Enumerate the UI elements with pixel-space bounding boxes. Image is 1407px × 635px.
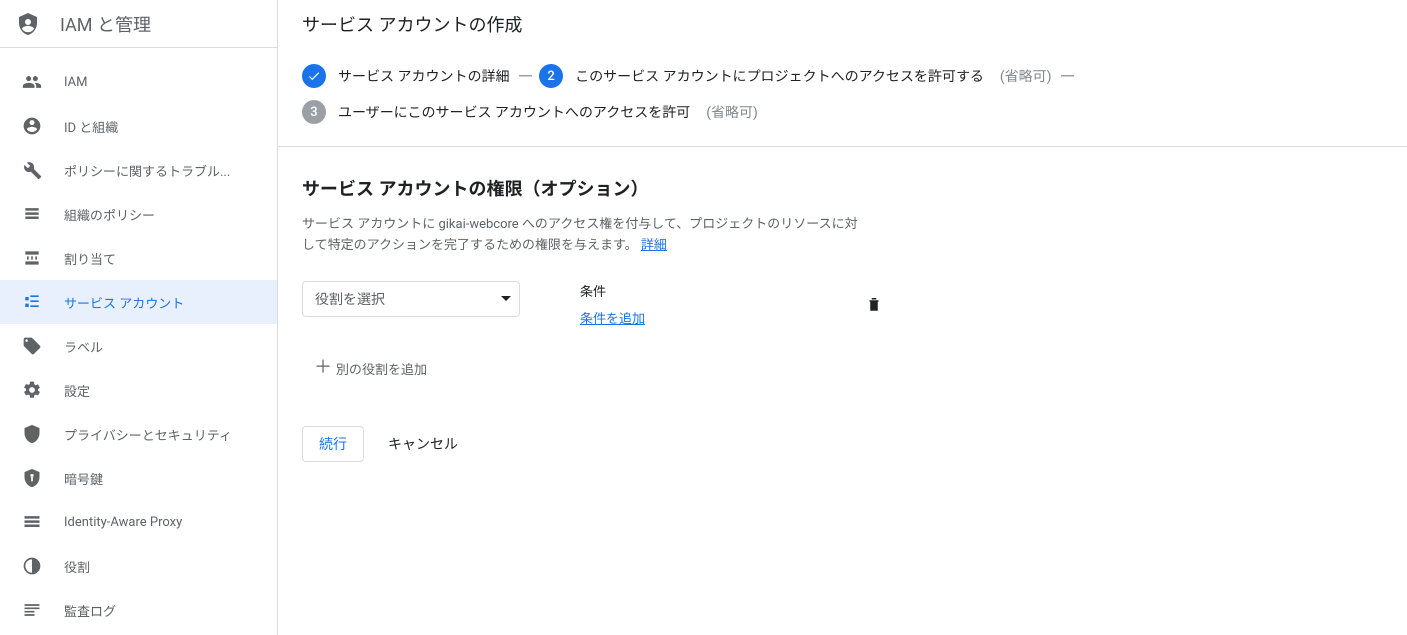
roles-icon: [22, 556, 64, 576]
step-1[interactable]: サービス アカウントの詳細: [302, 64, 509, 88]
step-3[interactable]: 3 ユーザーにこのサービス アカウントへのアクセスを許可 (省略可): [302, 100, 1383, 124]
add-another-role[interactable]: ＋ 別の役割を追加: [314, 359, 1154, 378]
step-1-label: サービス アカウントの詳細: [338, 66, 509, 86]
learn-more-link[interactable]: 詳細: [641, 238, 667, 253]
shield-icon: [22, 424, 64, 444]
step-2[interactable]: 2 このサービス アカウントにプロジェクトへのアクセスを許可する (省略可): [539, 64, 1051, 88]
role-select-text: 役割を選択: [315, 289, 385, 309]
trash-icon: [865, 295, 883, 313]
step-connector: —: [517, 64, 531, 88]
stepper: サービス アカウントの詳細 — 2 このサービス アカウントにプロジェクトへのア…: [278, 48, 1407, 147]
sidebar-item-label: プライバシーとセキュリティ: [64, 425, 232, 444]
sidebar-item-label: ポリシーに関するトラブル...: [64, 161, 230, 180]
sidebar-nav: IAM ID と組織ポリシーに関するトラブル... 組織のポリシー割り当てサービス …: [0, 48, 277, 632]
sidebar-item-7[interactable]: 設定: [0, 368, 277, 412]
sidebar-item-label: 設定: [64, 381, 90, 400]
button-row: 続行 キャンセル: [302, 426, 1154, 462]
sidebar-item-label: 組織のポリシー: [64, 205, 155, 224]
sidebar-item-4[interactable]: 割り当て: [0, 236, 277, 280]
continue-button[interactable]: 続行: [302, 426, 364, 462]
sidebar-item-label: 監査ログ: [64, 601, 116, 620]
tag-icon: [22, 336, 64, 356]
step-2-optional: (省略可): [1000, 66, 1052, 86]
sidebar-item-10[interactable]: Identity-Aware Proxy: [0, 500, 277, 544]
add-condition-link[interactable]: 条件を追加: [580, 312, 645, 327]
sidebar-header: IAM と管理: [0, 0, 277, 48]
section-desc-text: サービス アカウントに gikai-webcore へのアクセス権を付与して、プ…: [302, 217, 858, 253]
logs-icon: [22, 600, 64, 620]
sidebar-item-label: Identity-Aware Proxy: [64, 515, 182, 530]
section-description: サービス アカウントに gikai-webcore へのアクセス権を付与して、プ…: [302, 215, 862, 257]
step-3-optional: (省略可): [706, 102, 758, 122]
sidebar-item-9[interactable]: 暗号鍵: [0, 456, 277, 500]
gear-icon: [22, 380, 64, 400]
sidebar-item-6[interactable]: ラベル: [0, 324, 277, 368]
key-icon: [22, 468, 64, 488]
add-role-label: 別の役割を追加: [336, 359, 427, 378]
sidebar-item-label: IAM: [64, 75, 87, 90]
step-3-number: 3: [302, 100, 326, 124]
check-icon: [302, 64, 326, 88]
section-title: サービス アカウントの権限（オプション）: [302, 175, 1154, 201]
sidebar-item-8[interactable]: プライバシーとセキュリティ: [0, 412, 277, 456]
shield-icon: [16, 12, 60, 36]
main-header: サービス アカウントの作成: [278, 0, 1407, 48]
delete-role-button[interactable]: [865, 295, 883, 313]
step-3-label: ユーザーにこのサービス アカウントへのアクセスを許可: [338, 102, 690, 122]
role-select[interactable]: 役割を選択: [302, 281, 520, 317]
page-title: サービス アカウントの作成: [302, 11, 522, 37]
sidebar-item-12[interactable]: 監査ログ: [0, 588, 277, 632]
iap-icon: [22, 512, 64, 532]
chevron-down-icon: [501, 296, 511, 301]
sidebar-item-label: ID と組織: [64, 117, 118, 136]
sidebar-item-1[interactable]: ID と組織: [0, 104, 277, 148]
sidebar-item-11[interactable]: 役割: [0, 544, 277, 588]
sidebar-title: IAM と管理: [60, 11, 151, 37]
sidebar: IAM と管理 IAM ID と組織ポリシーに関するトラブル... 組織のポリシー割…: [0, 0, 278, 635]
role-row: 役割を選択 条件 条件を追加: [302, 281, 1154, 327]
main: サービス アカウントの作成 サービス アカウントの詳細 — 2 このサービス ア…: [278, 0, 1407, 635]
sidebar-item-0[interactable]: IAM: [0, 60, 277, 104]
content: サービス アカウントの権限（オプション） サービス アカウントに gikai-w…: [278, 147, 1178, 490]
sidebar-item-3[interactable]: 組織のポリシー: [0, 192, 277, 236]
sidebar-item-label: 役割: [64, 557, 90, 576]
step-2-label: このサービス アカウントにプロジェクトへのアクセスを許可する: [575, 66, 984, 86]
sidebar-item-2[interactable]: ポリシーに関するトラブル...: [0, 148, 277, 192]
step-connector: —: [1060, 64, 1074, 88]
cancel-button[interactable]: キャンセル: [388, 434, 458, 454]
sidebar-item-label: サービス アカウント: [64, 293, 184, 312]
quota-icon: [22, 248, 64, 268]
condition-label: 条件: [580, 281, 645, 300]
sidebar-item-5[interactable]: サービス アカウント: [0, 280, 277, 324]
sidebar-item-label: 暗号鍵: [64, 469, 103, 488]
wrench-icon: [22, 160, 64, 180]
list-icon: [22, 204, 64, 224]
condition-column: 条件 条件を追加: [580, 281, 645, 327]
sidebar-item-label: 割り当て: [64, 249, 116, 268]
step-2-number: 2: [539, 64, 563, 88]
sidebar-item-label: ラベル: [64, 337, 103, 356]
service-icon: [22, 292, 64, 312]
people-icon: [22, 72, 64, 92]
plus-icon: ＋: [314, 359, 332, 377]
account-icon: [22, 116, 64, 136]
